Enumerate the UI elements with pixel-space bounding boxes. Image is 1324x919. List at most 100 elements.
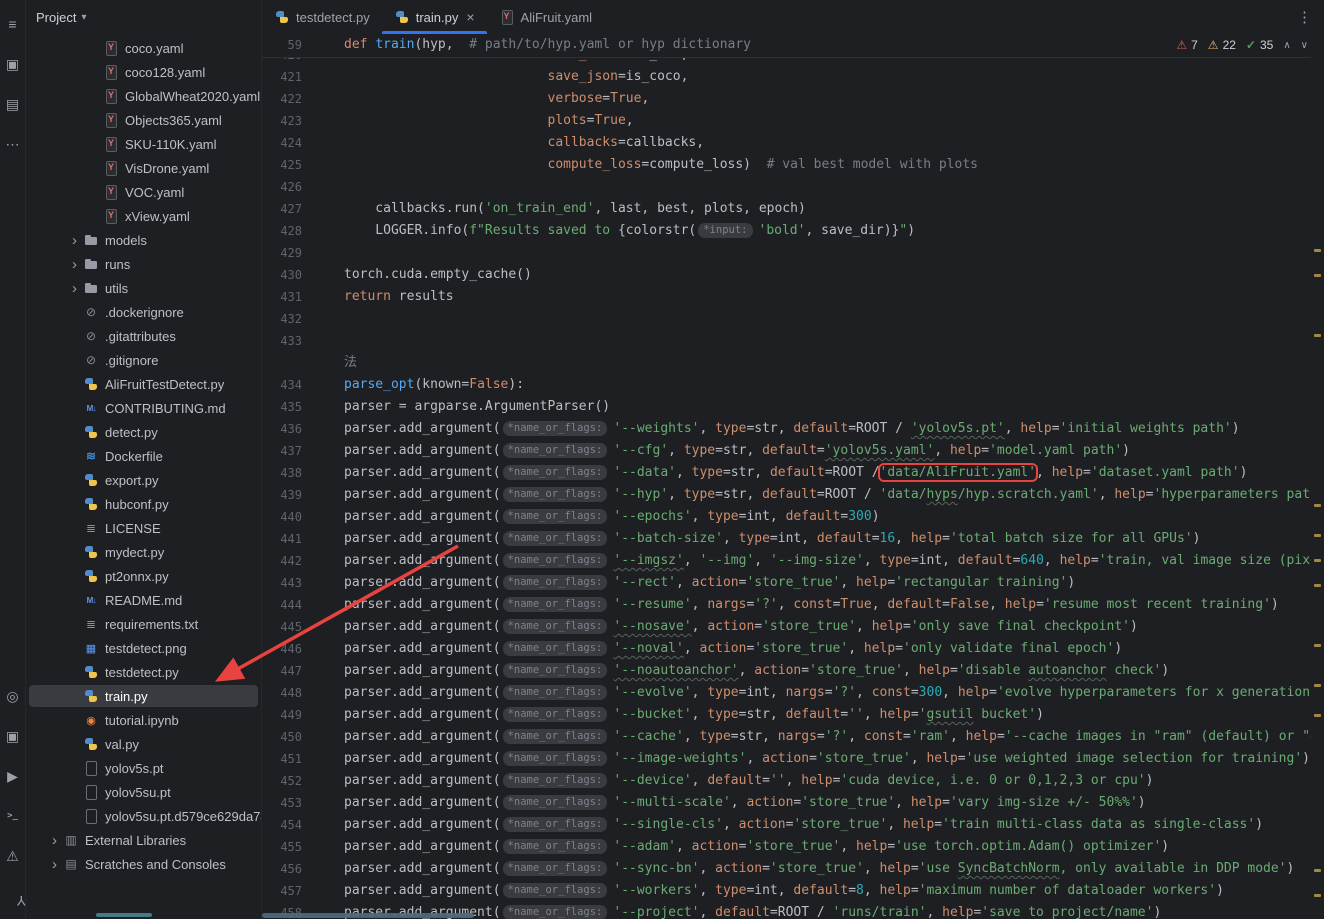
tree-item-testdetect.png[interactable]: testdetect.png [26,636,261,660]
code-line[interactable]: 447parser.add_argument(*name_or_flags:'-… [262,660,1324,682]
structure-icon[interactable]: ▤ [0,91,26,117]
main-menu-icon[interactable]: ≡ [0,11,26,37]
line-number[interactable]: 452 [262,770,302,792]
tree-item-GlobalWheat2020.yaml[interactable]: GlobalWheat2020.yaml [26,84,261,108]
warnings-count[interactable]: ⚠ 22 [1208,38,1236,52]
next-problem-icon[interactable]: ∨ [1301,40,1308,51]
code-line[interactable]: 422 verbose=True, [262,88,1324,110]
code-line[interactable]: 424 callbacks=callbacks, [262,132,1324,154]
tree-item-yolov5su.pt.d579ce629da74[interactable]: yolov5su.pt.d579ce629da74 [26,804,261,828]
code-line[interactable]: 434parse_opt(known=False): [262,374,1324,396]
line-number[interactable]: 450 [262,726,302,748]
line-number[interactable]: 432 [262,308,302,330]
code-line[interactable]: 451parser.add_argument(*name_or_flags:'-… [262,748,1324,770]
line-number[interactable]: 456 [262,858,302,880]
line-number[interactable]: 435 [262,396,302,418]
line-number[interactable]: 429 [262,242,302,264]
line-number[interactable]: 451 [262,748,302,770]
code-line[interactable]: 439parser.add_argument(*name_or_flags:'-… [262,484,1324,506]
code-editor[interactable]: 420 save_dir=save_dir,421 save_json=is_c… [262,34,1324,919]
tree-item-LICENSE[interactable]: LICENSE [26,516,261,540]
line-number[interactable] [262,352,302,374]
tree-item-SKU-110K.yaml[interactable]: SKU-110K.yaml [26,132,261,156]
tree-item-CONTRIBUTING.md[interactable]: CONTRIBUTING.md [26,396,261,420]
code-line[interactable]: 429 [262,242,1324,264]
tree-item-coco.yaml[interactable]: coco.yaml [26,36,261,60]
tree-item-External Libraries[interactable]: ›External Libraries [26,828,261,852]
code-line[interactable]: 454parser.add_argument(*name_or_flags:'-… [262,814,1324,836]
sticky-header-line[interactable]: 59 def train(hyp, # path/to/hyp.yaml or … [262,34,1324,58]
problems-icon[interactable]: ⚠ [0,843,26,869]
code-line[interactable]: 432 [262,308,1324,330]
chevron-right-icon[interactable]: › [46,857,63,872]
code-line[interactable]: 444parser.add_argument(*name_or_flags:'-… [262,594,1324,616]
tree-item-train.py[interactable]: train.py [26,684,261,708]
tree-item-README.md[interactable]: README.md [26,588,261,612]
tree-item-tutorial.ipynb[interactable]: tutorial.ipynb [26,708,261,732]
version-control-icon[interactable]: Y [0,883,26,909]
project-tool-window-header[interactable]: Project ▾ [26,0,262,34]
tree-item-xView.yaml[interactable]: xView.yaml [26,204,261,228]
code-line[interactable]: 457parser.add_argument(*name_or_flags:'-… [262,880,1324,902]
tree-item-pt2onnx.py[interactable]: pt2onnx.py [26,564,261,588]
code-line[interactable]: 443parser.add_argument(*name_or_flags:'-… [262,572,1324,594]
prev-problem-icon[interactable]: ∧ [1283,40,1290,51]
line-number[interactable]: 439 [262,484,302,506]
line-number[interactable]: 457 [262,880,302,902]
code-line[interactable]: 455parser.add_argument(*name_or_flags:'-… [262,836,1324,858]
tab-testdetect.py[interactable]: testdetect.py [262,0,382,34]
chevron-right-icon[interactable]: › [46,833,63,848]
chevron-right-icon[interactable]: › [66,233,83,248]
code-line[interactable]: 430torch.cuda.empty_cache() [262,264,1324,286]
tree-item-runs[interactable]: ›runs [26,252,261,276]
code-line[interactable]: 428 LOGGER.info(f"Results saved to {colo… [262,220,1324,242]
code-line[interactable]: 427 callbacks.run('on_train_end', last, … [262,198,1324,220]
project-tree[interactable]: coco.yamlcoco128.yamlGlobalWheat2020.yam… [26,34,262,919]
line-number[interactable]: 425 [262,154,302,176]
chevron-right-icon[interactable]: › [66,281,83,296]
line-number[interactable]: 447 [262,660,302,682]
tree-item-.gitattributes[interactable]: .gitattributes [26,324,261,348]
line-number[interactable]: 455 [262,836,302,858]
code-area[interactable]: 420 save_dir=save_dir,421 save_json=is_c… [262,44,1324,919]
inspections-widget[interactable]: ⚠ 7 ⚠ 22 ✓ 35 ∧ ∨ [1176,34,1308,56]
commit-icon[interactable]: ▣ [0,51,26,77]
code-line[interactable]: 453parser.add_argument(*name_or_flags:'-… [262,792,1324,814]
close-tab-icon[interactable]: × [466,9,474,25]
tree-item-.gitignore[interactable]: .gitignore [26,348,261,372]
code-line[interactable]: 423 plots=True, [262,110,1324,132]
error-stripe[interactable] [1311,34,1324,919]
code-line[interactable]: 456parser.add_argument(*name_or_flags:'-… [262,858,1324,880]
line-number[interactable]: 431 [262,286,302,308]
line-number[interactable]: 453 [262,792,302,814]
tree-item-detect.py[interactable]: detect.py [26,420,261,444]
more-tool-windows-icon[interactable]: ⋯ [0,131,26,157]
tree-item-yolov5s.pt[interactable]: yolov5s.pt [26,756,261,780]
code-line[interactable]: 452parser.add_argument(*name_or_flags:'-… [262,770,1324,792]
tree-item-Dockerfile[interactable]: Dockerfile [26,444,261,468]
tree-item-mydect.py[interactable]: mydect.py [26,540,261,564]
line-number[interactable]: 444 [262,594,302,616]
line-number[interactable]: 454 [262,814,302,836]
tab-train.py[interactable]: train.py× [382,0,487,34]
line-number[interactable]: 436 [262,418,302,440]
line-number[interactable]: 421 [262,66,302,88]
services-icon[interactable]: ▣ [0,723,26,749]
line-number[interactable]: 437 [262,440,302,462]
code-line[interactable]: 440parser.add_argument(*name_or_flags:'-… [262,506,1324,528]
horizontal-scrollbar[interactable] [262,913,474,918]
line-number[interactable]: 446 [262,638,302,660]
tree-item-utils[interactable]: ›utils [26,276,261,300]
tree-item-export.py[interactable]: export.py [26,468,261,492]
terminal-icon[interactable]: >_ [0,803,26,829]
code-line[interactable]: 442parser.add_argument(*name_or_flags:'-… [262,550,1324,572]
python-console-icon[interactable]: ◎ [0,683,26,709]
line-number[interactable]: 443 [262,572,302,594]
tree-item-coco128.yaml[interactable]: coco128.yaml [26,60,261,84]
code-line[interactable]: 446parser.add_argument(*name_or_flags:'-… [262,638,1324,660]
line-number[interactable]: 427 [262,198,302,220]
line-number[interactable]: 426 [262,176,302,198]
errors-count[interactable]: ⚠ 7 [1176,38,1197,52]
line-number[interactable]: 448 [262,682,302,704]
tree-item-VOC.yaml[interactable]: VOC.yaml [26,180,261,204]
